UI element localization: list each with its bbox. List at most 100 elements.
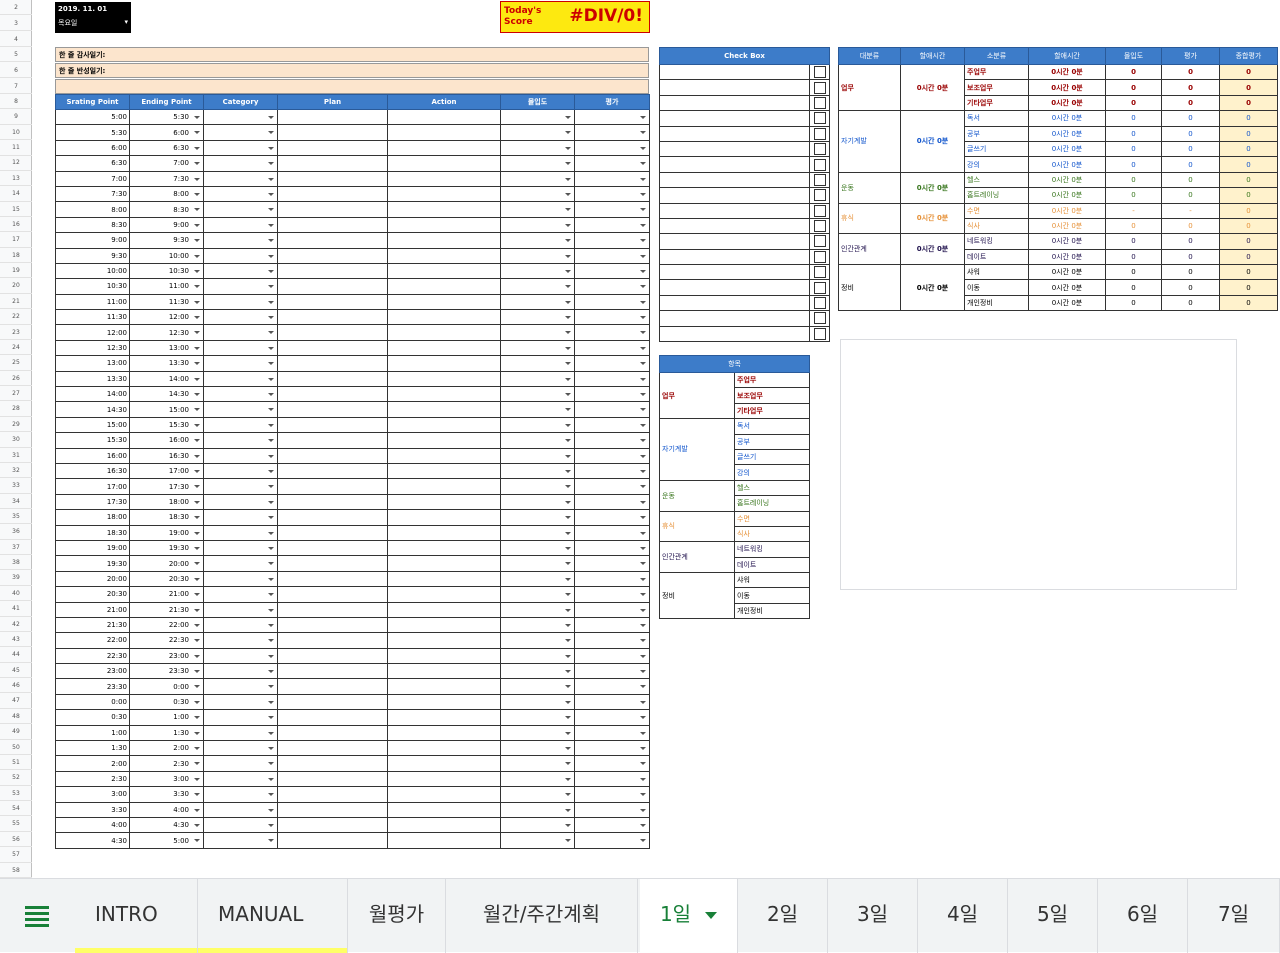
category-dropdown[interactable] [203, 370, 278, 388]
plan-cell[interactable] [277, 509, 388, 526]
category-dropdown[interactable] [203, 216, 278, 234]
evaluation-dropdown[interactable] [574, 663, 650, 680]
evaluation-dropdown[interactable] [574, 616, 650, 634]
plan-cell[interactable] [277, 663, 388, 680]
plan-cell[interactable] [277, 293, 388, 311]
evaluation-dropdown[interactable] [574, 355, 650, 372]
start-time-cell[interactable]: 9:30 [55, 247, 130, 264]
start-time-cell[interactable]: 13:00 [55, 355, 130, 372]
focus-dropdown[interactable] [500, 416, 575, 434]
evaluation-dropdown[interactable] [574, 216, 650, 234]
action-cell[interactable] [387, 370, 501, 388]
end-time-dropdown[interactable]: 9:00 [129, 216, 204, 234]
focus-dropdown[interactable] [500, 832, 575, 849]
start-time-cell[interactable]: 1:00 [55, 724, 130, 742]
end-time-dropdown[interactable]: 20:30 [129, 570, 204, 588]
checkbox-text-cell[interactable] [659, 94, 810, 112]
sheet-tab[interactable]: 월간/주간계획 [446, 879, 638, 953]
action-cell[interactable] [387, 462, 501, 480]
checkbox[interactable] [813, 281, 826, 294]
row-number[interactable]: 4 [0, 32, 32, 48]
category-dropdown[interactable] [203, 632, 278, 649]
gratitude-journal-line[interactable]: 한 줄 감사일기: [55, 47, 649, 62]
end-time-dropdown[interactable]: 0:00 [129, 678, 204, 695]
row-number[interactable]: 25 [0, 355, 32, 371]
evaluation-dropdown[interactable] [574, 124, 650, 141]
plan-cell[interactable] [277, 801, 388, 818]
plan-cell[interactable] [277, 570, 388, 588]
end-time-dropdown[interactable]: 16:00 [129, 432, 204, 449]
start-time-cell[interactable]: 12:00 [55, 324, 130, 341]
focus-dropdown[interactable] [500, 539, 575, 557]
evaluation-dropdown[interactable] [574, 247, 650, 264]
action-cell[interactable] [387, 647, 501, 665]
start-time-cell[interactable]: 4:30 [55, 832, 130, 849]
row-number[interactable]: 10 [0, 125, 32, 141]
action-cell[interactable] [387, 801, 501, 818]
row-number[interactable]: 51 [0, 755, 32, 771]
end-time-dropdown[interactable]: 16:30 [129, 447, 204, 464]
end-time-dropdown[interactable]: 13:00 [129, 339, 204, 357]
plan-cell[interactable] [277, 247, 388, 264]
focus-dropdown[interactable] [500, 432, 575, 449]
checkbox-text-cell[interactable] [659, 325, 810, 343]
sheet-tab[interactable]: 7일 [1188, 879, 1280, 953]
plan-cell[interactable] [277, 478, 388, 495]
category-dropdown[interactable] [203, 355, 278, 372]
action-cell[interactable] [387, 632, 501, 649]
focus-dropdown[interactable] [500, 632, 575, 649]
row-number[interactable]: 56 [0, 832, 32, 848]
end-time-dropdown[interactable]: 2:00 [129, 740, 204, 757]
sheet-tab[interactable]: MANUAL [198, 879, 348, 953]
focus-dropdown[interactable] [500, 309, 575, 326]
end-time-dropdown[interactable]: 6:30 [129, 139, 204, 157]
category-dropdown[interactable] [203, 278, 278, 295]
start-time-cell[interactable]: 17:00 [55, 478, 130, 495]
action-cell[interactable] [387, 155, 501, 172]
evaluation-dropdown[interactable] [574, 647, 650, 665]
action-cell[interactable] [387, 339, 501, 357]
focus-dropdown[interactable] [500, 278, 575, 295]
action-cell[interactable] [387, 663, 501, 680]
end-time-dropdown[interactable]: 7:00 [129, 155, 204, 172]
focus-dropdown[interactable] [500, 216, 575, 234]
category-dropdown[interactable] [203, 262, 278, 280]
focus-dropdown[interactable] [500, 401, 575, 418]
plan-cell[interactable] [277, 770, 388, 788]
focus-dropdown[interactable] [500, 555, 575, 572]
end-time-dropdown[interactable]: 1:30 [129, 724, 204, 742]
evaluation-dropdown[interactable] [574, 447, 650, 464]
row-number[interactable]: 24 [0, 340, 32, 356]
row-number[interactable]: 17 [0, 232, 32, 248]
checkbox[interactable] [813, 312, 826, 325]
checkbox-text-cell[interactable] [659, 187, 810, 204]
start-time-cell[interactable]: 18:00 [55, 509, 130, 526]
plan-cell[interactable] [277, 755, 388, 772]
action-cell[interactable] [387, 309, 501, 326]
focus-dropdown[interactable] [500, 647, 575, 665]
plan-cell[interactable] [277, 647, 388, 665]
focus-dropdown[interactable] [500, 786, 575, 803]
focus-dropdown[interactable] [500, 755, 575, 772]
row-number[interactable]: 3 [0, 16, 32, 32]
action-cell[interactable] [387, 693, 501, 711]
plan-cell[interactable] [277, 601, 388, 618]
evaluation-dropdown[interactable] [574, 278, 650, 295]
sheet-tab[interactable]: 5일 [1008, 879, 1098, 953]
category-dropdown[interactable] [203, 693, 278, 711]
focus-dropdown[interactable] [500, 616, 575, 634]
action-cell[interactable] [387, 401, 501, 418]
row-number[interactable]: 21 [0, 294, 32, 310]
checkbox[interactable] [813, 158, 826, 171]
sheet-tab[interactable]: INTRO [75, 879, 198, 953]
evaluation-dropdown[interactable] [574, 324, 650, 341]
evaluation-dropdown[interactable] [574, 740, 650, 757]
end-time-dropdown[interactable]: 17:00 [129, 462, 204, 480]
evaluation-dropdown[interactable] [574, 262, 650, 280]
row-number[interactable]: 9 [0, 109, 32, 125]
evaluation-dropdown[interactable] [574, 678, 650, 695]
focus-dropdown[interactable] [500, 462, 575, 480]
start-time-cell[interactable]: 22:30 [55, 647, 130, 665]
row-number[interactable]: 57 [0, 847, 32, 863]
evaluation-dropdown[interactable] [574, 370, 650, 388]
